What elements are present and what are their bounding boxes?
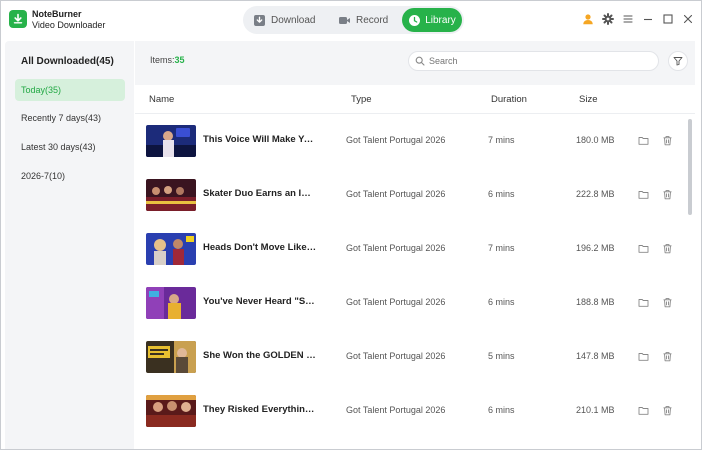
video-size: 147.8 MB	[576, 351, 615, 361]
video-title: Heads Don't Move Like T...	[203, 242, 317, 253]
table-row[interactable]: You've Never Heard "Sk... Got Talent Por…	[135, 276, 687, 330]
video-duration: 5 mins	[488, 351, 515, 361]
column-header-type[interactable]: Type	[351, 94, 372, 105]
video-thumbnail	[146, 287, 196, 319]
tab-library-label: Library	[425, 14, 456, 26]
search-icon	[415, 56, 425, 66]
clock-icon	[409, 14, 421, 26]
video-type: Got Talent Portugal 2026	[346, 243, 446, 253]
video-camera-icon	[339, 16, 350, 24]
video-title: This Voice Will Make Yo...	[203, 134, 317, 145]
delete-icon[interactable]	[662, 243, 673, 254]
table-row[interactable]: This Voice Will Make Yo... Got Talent Po…	[135, 114, 687, 168]
table-row[interactable]: Heads Don't Move Like T... Got Talent Po…	[135, 222, 687, 276]
video-table: Name Type Duration Size This Voice Will …	[135, 85, 695, 449]
video-title: You've Never Heard "Sk...	[203, 296, 317, 307]
video-size: 188.8 MB	[576, 297, 615, 307]
user-icon[interactable]	[582, 13, 594, 25]
main-content: Items:35 Name Type Duration Size This Vo…	[135, 41, 695, 449]
table-row[interactable]: Skater Duo Earns an INS... Got Talent Po…	[135, 168, 687, 222]
app-name-line1: NoteBurner	[32, 9, 82, 19]
video-duration: 7 mins	[488, 135, 515, 145]
video-duration: 6 mins	[488, 405, 515, 415]
download-icon	[254, 14, 265, 26]
video-duration: 7 mins	[488, 243, 515, 253]
open-folder-icon[interactable]	[638, 243, 649, 254]
tab-download-label: Download	[271, 14, 316, 26]
video-size: 180.0 MB	[576, 135, 615, 145]
table-row[interactable]: They Risked Everything.... Got Talent Po…	[135, 384, 687, 438]
app-logo-icon	[9, 10, 27, 28]
app-name: NoteBurner Video Downloader	[32, 9, 105, 31]
video-size: 196.2 MB	[576, 243, 615, 253]
video-type: Got Talent Portugal 2026	[346, 297, 446, 307]
close-icon[interactable]	[682, 13, 694, 25]
video-thumbnail	[146, 179, 196, 211]
video-thumbnail	[146, 233, 196, 265]
video-thumbnail	[146, 395, 196, 427]
video-type: Got Talent Portugal 2026	[346, 189, 446, 199]
video-title: Skater Duo Earns an INS...	[203, 188, 317, 199]
open-folder-icon[interactable]	[638, 405, 649, 416]
column-header-size[interactable]: Size	[579, 94, 597, 105]
video-size: 210.1 MB	[576, 405, 615, 415]
sidebar-item-recently-7-days[interactable]: Recently 7 days(43)	[15, 107, 125, 129]
delete-icon[interactable]	[662, 297, 673, 308]
video-duration: 6 mins	[488, 189, 515, 199]
search-box[interactable]	[408, 51, 659, 71]
open-folder-icon[interactable]	[638, 135, 649, 146]
delete-icon[interactable]	[662, 135, 673, 146]
filter-icon	[673, 57, 683, 66]
open-folder-icon[interactable]	[638, 351, 649, 362]
tab-download[interactable]: Download	[253, 8, 315, 32]
items-count-value: 35	[174, 55, 185, 65]
video-type: Got Talent Portugal 2026	[346, 351, 446, 361]
delete-icon[interactable]	[662, 189, 673, 200]
items-count: Items:35	[150, 55, 185, 65]
video-thumbnail	[146, 341, 196, 373]
open-folder-icon[interactable]	[638, 297, 649, 308]
column-header-duration[interactable]: Duration	[491, 94, 527, 105]
sidebar-item-all-downloaded[interactable]: All Downloaded(45)	[15, 50, 125, 72]
sidebar-item-2026-7[interactable]: 2026-7(10)	[15, 165, 125, 187]
video-type: Got Talent Portugal 2026	[346, 135, 446, 145]
sidebar-item-latest-30-days[interactable]: Latest 30 days(43)	[15, 136, 125, 158]
video-type: Got Talent Portugal 2026	[346, 405, 446, 415]
open-folder-icon[interactable]	[638, 189, 649, 200]
column-header-name[interactable]: Name	[149, 94, 174, 105]
video-title: They Risked Everything....	[203, 404, 317, 415]
app-window: NoteBurner Video Downloader Download Rec…	[0, 0, 702, 450]
table-row[interactable]: She Won the GOLDEN BU... Got Talent Port…	[135, 330, 687, 384]
video-size: 222.8 MB	[576, 189, 615, 199]
gear-icon[interactable]	[602, 13, 614, 25]
delete-icon[interactable]	[662, 405, 673, 416]
maximize-icon[interactable]	[662, 13, 674, 25]
video-title: She Won the GOLDEN BU...	[203, 350, 317, 361]
minimize-icon[interactable]	[642, 13, 654, 25]
title-bar: NoteBurner Video Downloader Download Rec…	[1, 1, 701, 39]
tab-record-label: Record	[356, 14, 389, 26]
sidebar-item-today[interactable]: Today(35)	[15, 79, 125, 101]
sidebar: All Downloaded(45) Today(35) Recently 7 …	[5, 41, 134, 449]
tab-library[interactable]: Library	[402, 8, 462, 32]
app-name-line2: Video Downloader	[32, 20, 106, 30]
filter-button[interactable]	[668, 51, 688, 71]
items-count-label: Items:	[150, 55, 175, 65]
table-header: Name Type Duration Size	[135, 85, 695, 114]
table-scrollbar[interactable]	[688, 119, 692, 215]
video-thumbnail	[146, 125, 196, 157]
main-nav: Download Record Library	[243, 6, 464, 34]
tab-record[interactable]: Record	[338, 8, 388, 32]
delete-icon[interactable]	[662, 351, 673, 362]
search-input[interactable]	[429, 56, 629, 66]
menu-icon[interactable]	[622, 13, 634, 25]
video-duration: 6 mins	[488, 297, 515, 307]
